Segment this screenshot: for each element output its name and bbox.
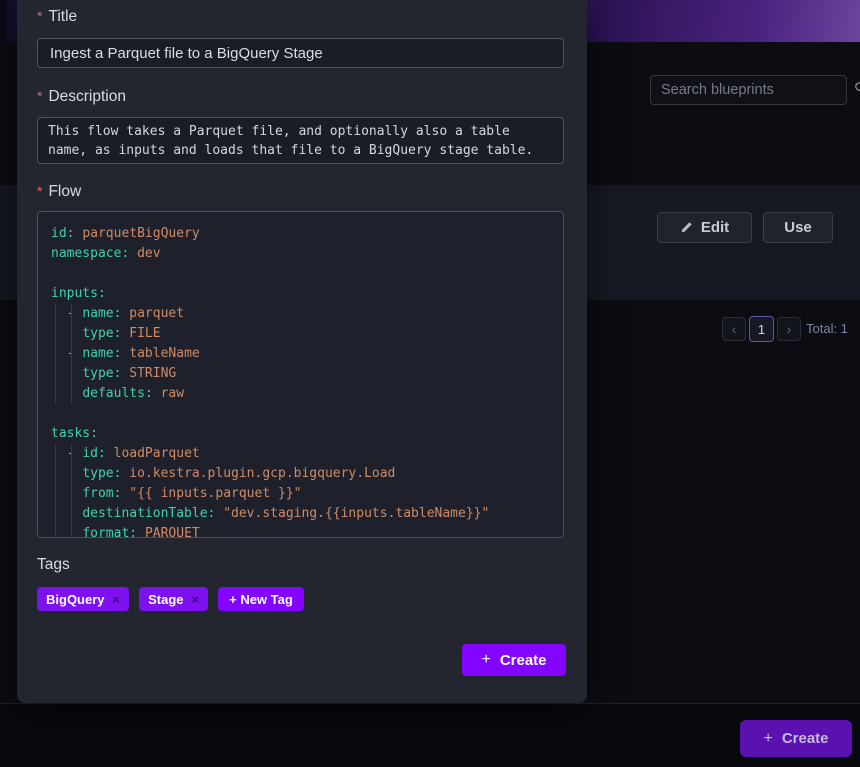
code-line	[51, 264, 563, 284]
flow-code-content: id: parquetBigQuerynamespace: dev inputs…	[51, 224, 563, 538]
background-create-button[interactable]: + Create	[740, 720, 852, 757]
search-input[interactable]	[661, 82, 848, 98]
code-line: type: FILE	[51, 324, 563, 344]
flow-field-label: * Flow	[37, 183, 81, 201]
page-number: 1	[758, 322, 765, 337]
code-line: namespace: dev	[51, 244, 563, 264]
search-icon[interactable]	[854, 81, 860, 99]
code-line: type: io.kestra.plugin.gcp.bigquery.Load	[51, 464, 563, 484]
create-blueprint-modal: * Title * Description This flow takes a …	[17, 0, 587, 703]
background-create-label: Create	[782, 730, 829, 747]
code-line: inputs:	[51, 284, 563, 304]
code-line: from: "{{ inputs.parquet }}"	[51, 484, 563, 504]
tag-chip[interactable]: BigQuery ×	[37, 587, 129, 611]
chevron-right-icon: ›	[787, 321, 792, 337]
tags-field-label: Tags	[37, 556, 70, 574]
pagination-next-button[interactable]: ›	[777, 317, 801, 341]
use-button[interactable]: Use	[763, 212, 833, 243]
code-line: defaults: raw	[51, 384, 563, 404]
title-field-label: * Title	[37, 8, 77, 26]
code-line: id: parquetBigQuery	[51, 224, 563, 244]
tag-label: Stage	[148, 592, 183, 607]
plus-icon: +	[763, 730, 772, 748]
pagination-prev-button[interactable]: ‹	[722, 317, 746, 341]
code-line: tasks:	[51, 424, 563, 444]
search-box	[650, 75, 847, 105]
plus-icon: +	[481, 651, 490, 669]
pagination-page-1[interactable]: 1	[749, 316, 774, 342]
pagination-total: Total: 1	[806, 321, 848, 336]
indent-guide	[71, 444, 72, 538]
title-input[interactable]	[37, 38, 564, 68]
chevron-left-icon: ‹	[732, 321, 737, 337]
new-tag-button[interactable]: + New Tag	[218, 587, 304, 611]
code-line: format: PARQUET	[51, 524, 563, 538]
code-line: type: STRING	[51, 364, 563, 384]
use-button-label: Use	[784, 219, 812, 236]
edit-button-label: Edit	[701, 219, 729, 236]
required-marker: *	[37, 8, 42, 24]
indent-guide	[55, 304, 56, 404]
code-line: - name: parquet	[51, 304, 563, 324]
tag-chips: BigQuery × Stage ×	[37, 587, 208, 611]
pencil-icon	[680, 221, 693, 234]
left-edge-gutter	[0, 0, 6, 42]
code-line: destinationTable: "dev.staging.{{inputs.…	[51, 504, 563, 524]
code-line: - name: tableName	[51, 344, 563, 364]
edit-button[interactable]: Edit	[657, 212, 752, 243]
modal-create-button[interactable]: + Create	[462, 644, 566, 676]
tag-label: BigQuery	[46, 592, 105, 607]
description-textarea[interactable]: This flow takes a Parquet file, and opti…	[37, 117, 564, 164]
code-line: - id: loadParquet	[51, 444, 563, 464]
code-line	[51, 404, 563, 424]
required-marker: *	[37, 88, 42, 104]
indent-guide	[55, 444, 56, 538]
tag-remove-icon[interactable]: ×	[192, 592, 200, 607]
modal-create-label: Create	[500, 652, 547, 669]
tag-remove-icon[interactable]: ×	[113, 592, 121, 607]
flow-code-editor[interactable]: id: parquetBigQuerynamespace: dev inputs…	[37, 211, 564, 538]
page-footer: + Create	[0, 703, 860, 767]
description-field-label: * Description	[37, 88, 126, 106]
required-marker: *	[37, 183, 42, 199]
tags-row: BigQuery × Stage × + New Tag	[37, 587, 304, 611]
tag-chip[interactable]: Stage ×	[139, 587, 208, 611]
indent-guide	[71, 304, 72, 404]
